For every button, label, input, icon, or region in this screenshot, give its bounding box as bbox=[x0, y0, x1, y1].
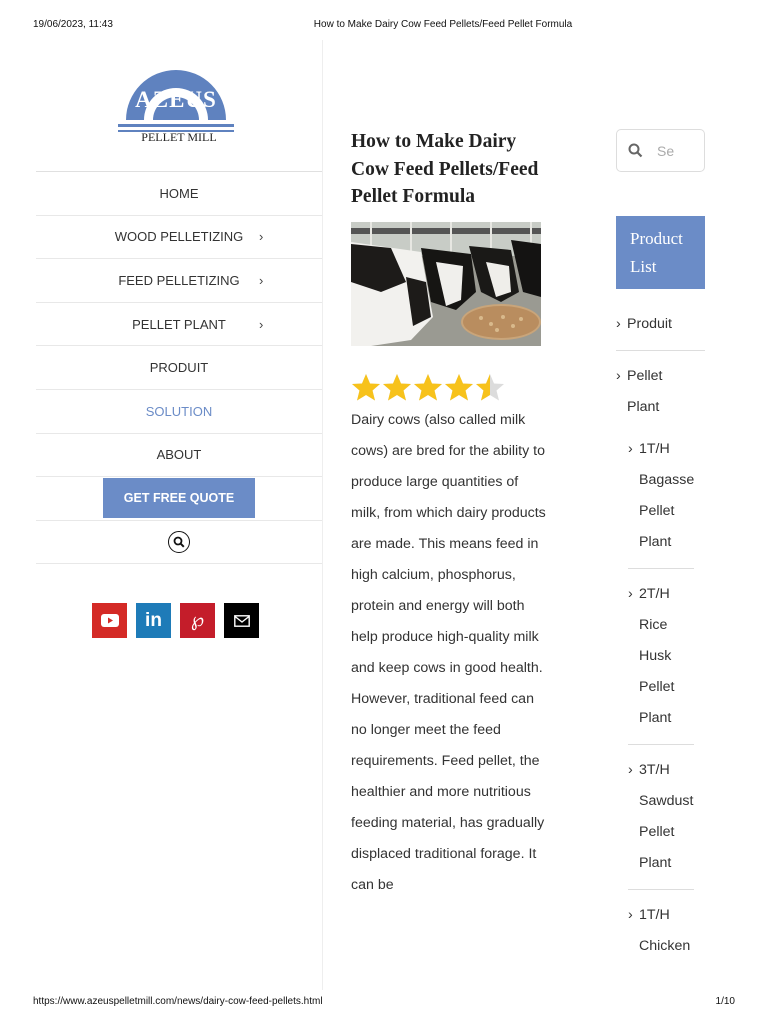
star-icon bbox=[383, 374, 411, 401]
chevron-right-icon: › bbox=[259, 316, 264, 332]
product-link-3th-sawdust[interactable]: › 3T/H Sawdust Pellet Plant bbox=[628, 755, 694, 890]
menu-item-about[interactable]: ABOUT bbox=[36, 432, 322, 477]
menu-item-produit[interactable]: PRODUIT bbox=[36, 345, 322, 389]
product-link-label: Produit bbox=[627, 316, 672, 332]
menu-item-home[interactable]: HOME bbox=[36, 171, 322, 215]
print-doc-title: How to Make Dairy Cow Feed Pellets/Feed … bbox=[313, 19, 573, 30]
product-link-label: 1T/H Bagasse Pellet Plant bbox=[639, 441, 695, 550]
menu-label: ABOUT bbox=[156, 447, 202, 463]
product-link-label: Pellet Plant bbox=[627, 368, 663, 415]
menu-label: PELLET PLANT bbox=[132, 316, 226, 332]
print-header: 19/06/2023, 11:43 How to Make Dairy Cow … bbox=[0, 0, 768, 40]
get-free-quote-button[interactable]: GET FREE QUOTE bbox=[103, 477, 255, 518]
rating-stars bbox=[351, 373, 505, 403]
print-page-number: 1/10 bbox=[715, 996, 735, 1007]
menu-item-solution[interactable]: SOLUTION bbox=[36, 388, 322, 433]
menu-item-feed-pelletizing[interactable]: FEED PELLETIZING › bbox=[36, 258, 322, 302]
menu-label: HOME bbox=[159, 185, 199, 201]
product-link-1th-bagasse[interactable]: › 1T/H Bagasse Pellet Plant bbox=[628, 434, 694, 569]
product-list-heading: Product List bbox=[616, 216, 705, 289]
logo-tagline: PELLET MILL bbox=[141, 130, 217, 144]
chevron-right-icon: › bbox=[259, 229, 264, 245]
menu-label: PRODUIT bbox=[149, 360, 209, 376]
product-link-produit[interactable]: › Produit bbox=[616, 309, 705, 351]
chevron-right-icon: › bbox=[616, 368, 621, 384]
menu-label: WOOD PELLETIZING bbox=[114, 229, 244, 245]
product-link-1th-chicken[interactable]: › 1T/H Chicken bbox=[628, 900, 694, 962]
search-icon[interactable] bbox=[168, 531, 190, 554]
youtube-icon[interactable] bbox=[92, 603, 127, 638]
left-sidebar: AZEUS PELLET MILL HOME WOOD PELLETIZING ›… bbox=[36, 40, 322, 990]
product-link-pellet-plant[interactable]: › Pellet Plant bbox=[616, 361, 676, 423]
social-links: in ℘ bbox=[92, 603, 259, 638]
chevron-right-icon: › bbox=[628, 907, 633, 923]
logo-wordmark: AZEUS bbox=[135, 87, 217, 112]
star-icon bbox=[414, 374, 442, 401]
chevron-right-icon: › bbox=[628, 762, 633, 778]
search-icon bbox=[628, 143, 643, 158]
chevron-right-icon: › bbox=[628, 586, 633, 602]
main-menu: HOME WOOD PELLETIZING › FEED PELLETIZING ›… bbox=[36, 171, 322, 565]
dairy-cows-image bbox=[351, 222, 541, 346]
menu-label: SOLUTION bbox=[145, 403, 213, 419]
column-divider bbox=[322, 40, 323, 990]
product-link-label: 3T/H Sawdust Pellet Plant bbox=[639, 762, 694, 871]
article-title: How to Make Dairy Cow Feed Pellets/Feed … bbox=[351, 131, 539, 207]
email-icon[interactable] bbox=[224, 603, 259, 638]
azeus-logo[interactable]: AZEUS bbox=[116, 63, 236, 173]
chevron-right-icon: › bbox=[259, 272, 264, 288]
star-icon bbox=[476, 374, 504, 401]
article-body: Dairy cows (also called milk cows) are b… bbox=[351, 412, 546, 893]
product-link-label: 2T/H Rice Husk Pellet Plant bbox=[639, 586, 675, 726]
product-link-label: 1T/H Chicken bbox=[639, 907, 691, 954]
menu-search-row bbox=[36, 520, 322, 565]
chevron-right-icon: › bbox=[616, 316, 621, 332]
sidebar-search-field[interactable]: Se bbox=[616, 129, 705, 172]
star-icon bbox=[352, 374, 380, 401]
print-url: https://www.azeuspelletmill.com/news/dai… bbox=[33, 996, 323, 1007]
menu-item-wood-pelletizing[interactable]: WOOD PELLETIZING › bbox=[36, 214, 322, 259]
menu-item-pellet-plant[interactable]: PELLET PLANT › bbox=[36, 301, 322, 346]
product-link-2th-rice-husk[interactable]: › 2T/H Rice Husk Pellet Plant bbox=[628, 579, 694, 745]
star-icon bbox=[445, 374, 473, 401]
menu-label: FEED PELLETIZING bbox=[118, 272, 240, 288]
search-placeholder: Se bbox=[657, 142, 675, 159]
linkedin-icon[interactable]: in bbox=[136, 603, 171, 638]
quote-row: GET FREE QUOTE bbox=[36, 476, 322, 520]
chevron-right-icon: › bbox=[628, 441, 633, 457]
pinterest-icon[interactable]: ℘ bbox=[180, 603, 215, 638]
product-list-nav: › Produit › Pellet Plant › 1T/H Bagasse Pel… bbox=[616, 309, 711, 962]
print-footer: https://www.azeuspelletmill.com/news/dai… bbox=[0, 984, 768, 1024]
